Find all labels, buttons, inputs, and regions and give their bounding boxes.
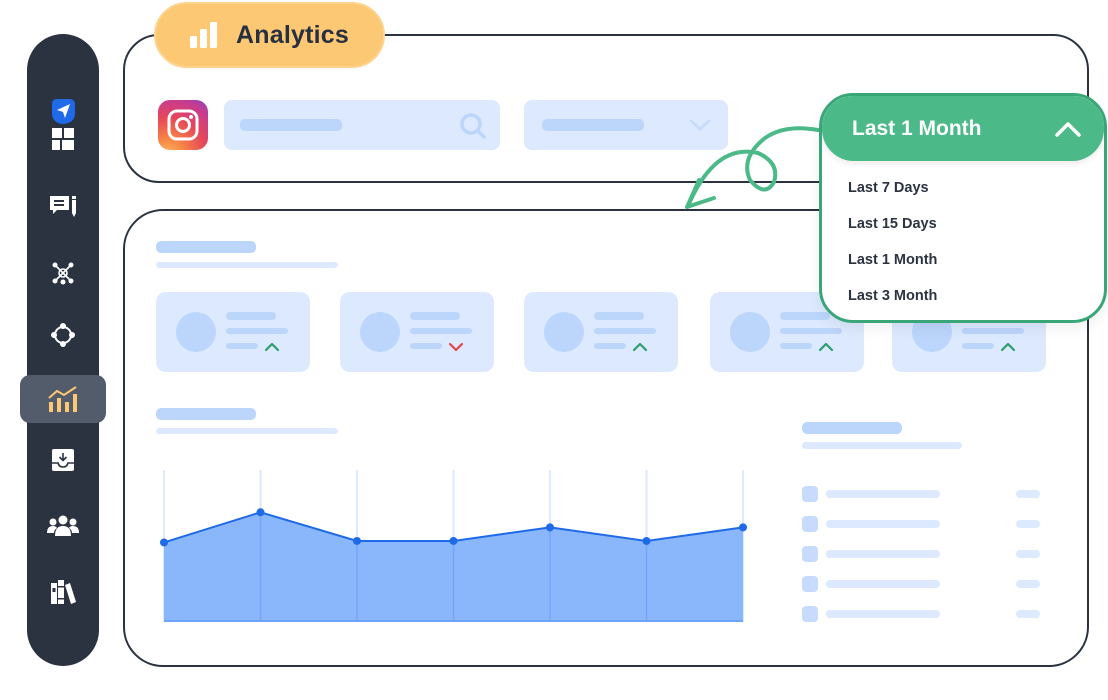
search-icon[interactable] (458, 111, 488, 141)
date-range-option[interactable]: Last 15 Days (848, 206, 1104, 242)
list-item-value (1016, 610, 1040, 618)
date-range-option[interactable]: Last 1 Month (848, 242, 1104, 278)
stat-card-value (410, 328, 472, 334)
stat-card-delta (410, 343, 442, 349)
stat-card-label (594, 312, 644, 320)
stat-card-delta (780, 343, 812, 349)
page-title-badge: Analytics (154, 2, 385, 68)
list-title-placeholder (802, 422, 902, 434)
list-item-icon (802, 576, 818, 592)
stat-card[interactable] (524, 292, 678, 372)
sidebar-item-inbox[interactable] (27, 436, 99, 484)
sidebar-item-compose[interactable] (27, 182, 99, 230)
data-point[interactable] (353, 536, 361, 545)
list-item-label (826, 580, 940, 588)
page-title: Analytics (236, 20, 349, 49)
sidebar-item-team[interactable] (27, 502, 99, 550)
list-item-icon (802, 606, 818, 622)
stat-card-avatar (176, 312, 216, 352)
data-point[interactable] (449, 536, 458, 545)
sidebar-item-library[interactable] (27, 568, 99, 616)
stat-card-avatar (360, 312, 400, 352)
date-range-selected: Last 1 Month (852, 116, 982, 140)
date-range-option[interactable]: Last 7 Days (848, 170, 1104, 206)
grid-layout-icon (52, 128, 74, 150)
stat-card-value (780, 328, 842, 334)
list-item-label (826, 550, 940, 558)
stat-card-value (962, 328, 1024, 334)
stat-card-value (594, 328, 656, 334)
date-range-toggle[interactable]: Last 1 Month (822, 96, 1104, 161)
search-input[interactable] (224, 100, 500, 150)
date-range-option[interactable]: Last 3 Month (848, 278, 1104, 314)
chart-title-placeholder (156, 408, 256, 420)
books-icon (51, 580, 76, 604)
stat-card-delta (226, 343, 258, 349)
date-range-options: Last 7 Days Last 15 Days Last 1 Month La… (822, 161, 1104, 314)
instagram-icon[interactable] (158, 100, 208, 150)
data-point[interactable] (160, 538, 168, 547)
list-item-value (1016, 550, 1040, 558)
overview-subtitle-placeholder (156, 262, 338, 268)
chat-edit-icon (50, 196, 76, 217)
list-item[interactable] (802, 486, 1042, 502)
sidebar-item-analytics[interactable] (20, 375, 106, 423)
date-range-dropdown: Last 1 Month Last 7 Days Last 15 Days La… (819, 93, 1107, 323)
connect-nodes-icon (51, 323, 75, 347)
list-item[interactable] (802, 546, 1042, 562)
list-item-label (826, 610, 940, 618)
list-subtitle-placeholder (802, 442, 962, 449)
search-placeholder-bar (240, 119, 342, 131)
chevron-up-icon (1055, 121, 1081, 137)
overview-title-placeholder (156, 241, 256, 253)
select-placeholder-bar (542, 119, 644, 131)
bar-chart-icon (190, 22, 217, 48)
sidebar-item-integrations[interactable] (27, 311, 99, 359)
hub-network-icon (52, 262, 74, 285)
data-point[interactable] (256, 508, 265, 517)
list-item-label (826, 520, 940, 528)
trend-up-icon (818, 342, 834, 352)
data-point[interactable] (642, 536, 651, 545)
stat-card-label (780, 312, 830, 320)
stat-card-delta (594, 343, 626, 349)
list-item-value (1016, 490, 1040, 498)
stat-card-label (410, 312, 460, 320)
sidebar (20, 34, 106, 666)
list-item-icon (802, 546, 818, 562)
stat-card-avatar (544, 312, 584, 352)
trend-up-icon (1000, 342, 1016, 352)
stat-card-value (226, 328, 288, 334)
trend-chart-icon (48, 386, 77, 412)
inbox-download-icon (52, 449, 74, 471)
list-item-label (826, 490, 940, 498)
stat-card[interactable] (156, 292, 310, 372)
data-point[interactable] (546, 523, 554, 532)
list-item-icon (802, 486, 818, 502)
stat-card[interactable] (340, 292, 494, 372)
list-item[interactable] (802, 576, 1042, 592)
stat-card-delta (962, 343, 994, 349)
curly-arrow-icon (685, 126, 820, 209)
list-item-value (1016, 520, 1040, 528)
users-group-icon (47, 515, 79, 536)
engagement-area-chart (160, 470, 747, 622)
trend-down-icon (448, 342, 464, 352)
sidebar-item-dashboard[interactable] (27, 115, 99, 163)
stat-card-label (226, 312, 276, 320)
instagram-glyph-icon (167, 109, 199, 141)
data-point[interactable] (739, 523, 747, 532)
trend-up-icon (264, 342, 280, 352)
chart-subtitle-placeholder (156, 428, 338, 434)
trend-up-icon (632, 342, 648, 352)
list-item[interactable] (802, 606, 1042, 622)
list-item-value (1016, 580, 1040, 588)
sidebar-item-network[interactable] (27, 249, 99, 297)
list-item[interactable] (802, 516, 1042, 532)
stat-card-avatar (730, 312, 770, 352)
list-item-icon (802, 516, 818, 532)
